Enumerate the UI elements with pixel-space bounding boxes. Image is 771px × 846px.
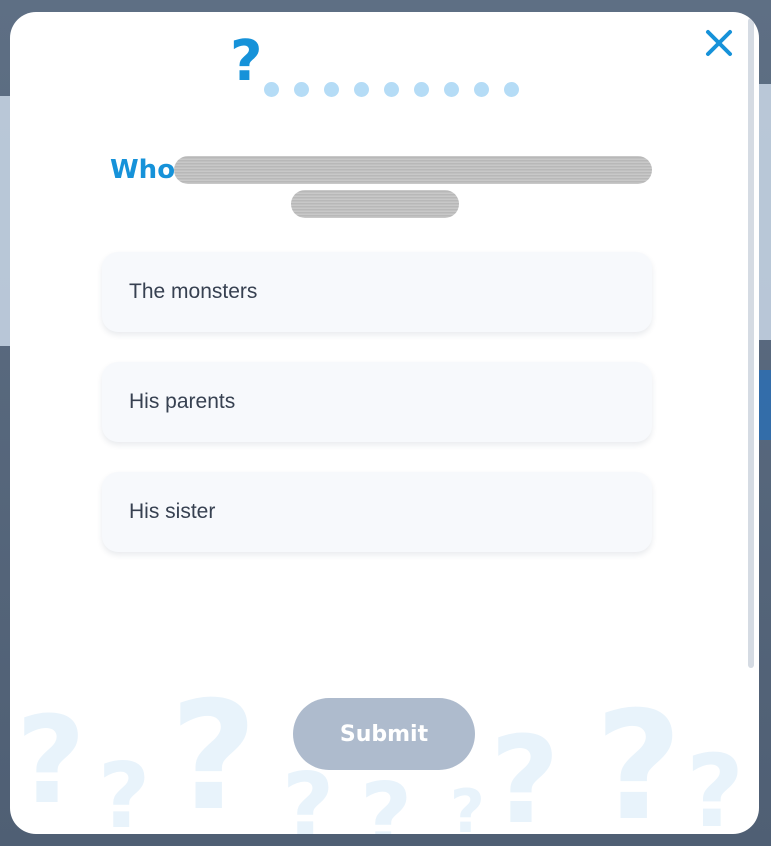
background-panel-right <box>758 84 771 340</box>
background-panel-left <box>0 96 10 346</box>
scrollbar-thumb[interactable] <box>748 18 754 668</box>
redacted-text <box>174 156 652 184</box>
answer-option-label: His parents <box>129 390 236 413</box>
close-icon <box>706 30 732 56</box>
answer-option[interactable]: His sister <box>102 472 652 552</box>
question-mark-icon: ? <box>230 29 263 94</box>
progress-dot <box>294 82 309 97</box>
answer-option[interactable]: The monsters <box>102 252 652 332</box>
quiz-modal: ? Who The monsters His parents His siste… <box>10 12 759 834</box>
progress-dot <box>264 82 279 97</box>
progress-dot <box>414 82 429 97</box>
answer-option-label: The monsters <box>129 280 258 303</box>
question-mark-icon: ? <box>595 680 683 834</box>
submit-button-label: Submit <box>339 721 429 747</box>
question-mark-icon: ? <box>170 670 258 834</box>
question-mark-icon: ? <box>98 744 151 835</box>
progress-dot <box>354 82 369 97</box>
question-mark-icon: ? <box>686 733 745 835</box>
redacted-text <box>291 190 459 218</box>
question-mark-icon: ? <box>16 692 86 831</box>
question-mark-icon: ? <box>450 777 485 834</box>
background-strip-right <box>758 370 771 440</box>
progress-dot <box>444 82 459 97</box>
question-mark-icon: ? <box>490 712 560 835</box>
scrollbar[interactable] <box>746 18 756 668</box>
progress-dot <box>324 82 339 97</box>
question-mark-icon: ? <box>282 754 335 835</box>
progress-dot <box>474 82 489 97</box>
question-mark-icon: ? <box>360 764 413 835</box>
question-prompt: Who <box>110 152 670 242</box>
question-text: Who <box>110 155 176 185</box>
answer-option-label: His sister <box>129 500 216 523</box>
progress-dot <box>384 82 399 97</box>
close-button[interactable] <box>702 26 736 60</box>
answer-option[interactable]: His parents <box>102 362 652 442</box>
progress-dots <box>264 82 519 97</box>
quiz-progress: ? <box>230 34 550 104</box>
submit-button[interactable]: Submit <box>293 698 475 770</box>
progress-dot <box>504 82 519 97</box>
